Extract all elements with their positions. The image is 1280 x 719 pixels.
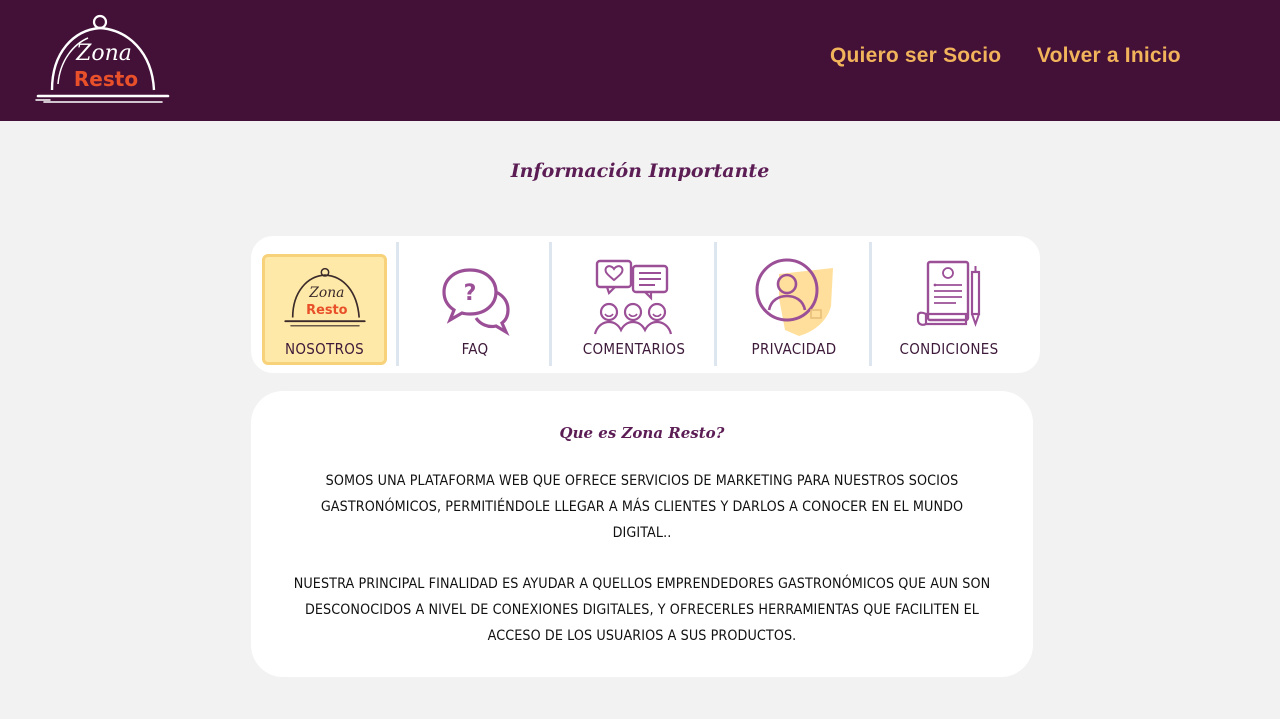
- svg-text:Zona: Zona: [308, 285, 344, 301]
- tab-label-privacidad: PRIVACIDAD: [751, 340, 837, 358]
- content-paragraph-1: SOMOS UNA PLATAFORMA WEB QUE OFRECE SERV…: [320, 473, 964, 541]
- svg-text:?: ?: [464, 281, 477, 306]
- zona-resto-cloche-icon: Zona Resto: [283, 267, 366, 327]
- tab-comentarios[interactable]: COMENTARIOS: [552, 236, 716, 373]
- nav-home-link[interactable]: Volver a Inicio: [1037, 44, 1181, 68]
- tab-nosotros[interactable]: Zona Resto NOSOTROS: [251, 236, 398, 373]
- cloche-logo-icon: Zona Resto: [35, 14, 170, 103]
- tab-label-nosotros: NOSOTROS: [284, 340, 365, 358]
- privacy-shield-user-icon: [755, 258, 833, 336]
- tab-label-faq: FAQ: [461, 340, 489, 358]
- document-pen-icon: [916, 260, 981, 328]
- section-title: Información Importante: [510, 160, 770, 182]
- tab-label-condiciones: CONDICIONES: [899, 340, 999, 358]
- content-title: Que es Zona Resto?: [559, 424, 725, 442]
- tab-condiciones[interactable]: CONDICIONES: [872, 236, 1026, 373]
- info-tabs: Zona Resto NOSOTROS ? FAQ COMENTARIOS PR…: [251, 236, 1040, 373]
- question-chat-bubbles-icon: ?: [442, 268, 510, 336]
- about-content-panel: Que es Zona Resto? SOMOS UNA PLATAFORMA …: [251, 391, 1033, 677]
- top-header: Zona Resto Quiero ser Socio Volver a Ini…: [0, 0, 1280, 121]
- logo-text-top: Zona: [75, 41, 132, 66]
- tab-privacidad[interactable]: PRIVACIDAD: [717, 236, 871, 373]
- content-paragraph-2: NUESTRA PRINCIPAL FINALIDAD ES AYUDAR A …: [293, 576, 991, 644]
- tab-faq[interactable]: ? FAQ: [399, 236, 551, 373]
- tab-label-comentarios: COMENTARIOS: [582, 340, 686, 358]
- svg-text:Resto: Resto: [306, 303, 348, 318]
- comments-people-icon: [593, 259, 673, 335]
- logo-text-bottom: Resto: [74, 67, 138, 91]
- zona-resto-logo[interactable]: Zona Resto: [34, 14, 174, 108]
- nav-partner-link[interactable]: Quiero ser Socio: [830, 44, 1001, 68]
